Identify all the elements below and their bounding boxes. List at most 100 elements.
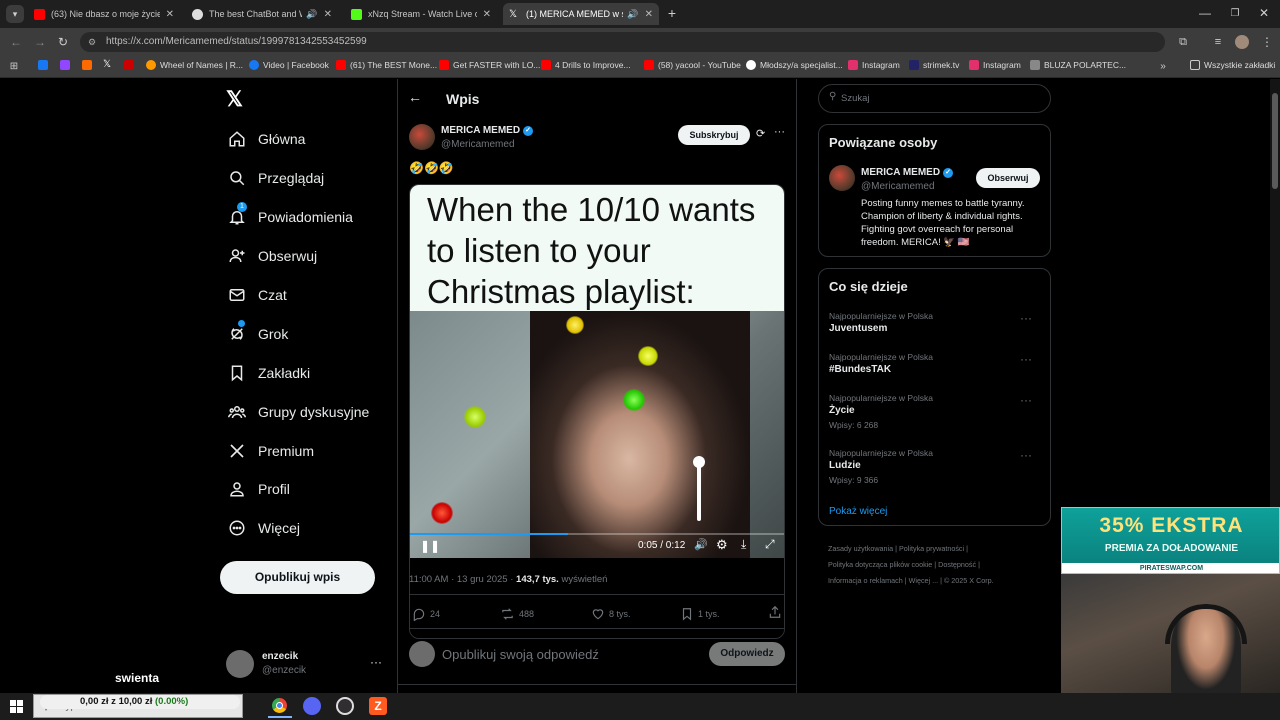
reply-input[interactable]: Opublikuj swoją odpowiedź [442,647,599,662]
account-switcher[interactable]: enzecik @enzecik ··· [226,647,386,681]
speaker-icon[interactable]: 🔊 [306,9,317,20]
nav-item-more[interactable]: Więcej [228,516,300,540]
scrollbar-thumb[interactable] [1272,93,1278,189]
author-handle[interactable]: @Mericamemed [441,139,515,150]
address-bar[interactable]: ⚙ https://x.com/Mericamemed/status/19997… [80,32,1165,52]
footer-link[interactable]: Polityka dotycząca plików cookie [828,560,932,569]
nav-item-grok[interactable]: Grok [228,320,288,346]
apps-grid-icon[interactable]: ⊞ [8,59,20,73]
bookmark-item[interactable]: strimek.tv [909,60,959,70]
post-button[interactable]: Opublikuj wpis [220,561,375,594]
forward-icon[interactable]: → [32,34,48,50]
media-control-icon[interactable]: ≡ [1210,34,1226,50]
bookmark-action[interactable]: 1 tys. [680,607,720,621]
all-bookmarks[interactable]: Wszystkie zakładki [1190,60,1275,70]
nav-item-explore[interactable]: Przeglądaj [228,166,324,190]
profile-avatar[interactable] [1235,35,1249,49]
browser-tab[interactable]: xNzq Stream - Watch Live on K ✕ [345,3,497,25]
reply-action[interactable]: 24 [412,607,440,621]
footer-link[interactable]: Więcej ... [909,576,939,585]
nav-item-communities[interactable]: Grupy dyskusyjne [228,400,369,424]
bookmark-item[interactable]: (61) The BEST Mone... [336,60,437,70]
nav-item-bookmarks[interactable]: Zakładki [228,361,310,385]
nav-item-chat[interactable]: Czat [228,283,287,307]
nav-item-follow[interactable]: Obserwuj [228,244,317,268]
more-dots-icon[interactable]: ··· [774,126,785,138]
trend-item[interactable]: Najpopularniejsze w Polska Ludzie Wpisy:… [829,448,1044,488]
bookmark-item[interactable]: Instagram [969,60,1021,70]
footer-link[interactable]: Polityka prywatności [899,544,964,553]
chevron-right-icon[interactable]: » [1157,59,1169,73]
bookmark-item[interactable]: 4 Drills to Improve... [541,60,631,70]
browser-tab[interactable]: The best ChatBot and Widg 🔊 ✕ [186,3,338,25]
reload-icon[interactable]: ↻ [55,34,71,50]
show-more-link[interactable]: Pokaż więcej [829,506,887,517]
new-tab-icon[interactable]: + [664,5,680,21]
grok-explain-icon[interactable]: ⟳ [756,127,765,140]
nav-item-home[interactable]: Główna [228,127,305,151]
like-action[interactable]: 8 tys. [591,607,631,621]
share-icon[interactable] [768,605,782,624]
footer-link[interactable]: Zasady użytkowania [828,544,893,553]
repost-action[interactable]: 488 [500,607,534,621]
volume-slider[interactable] [697,459,701,521]
browser-tab-active[interactable]: 𝕏 (1) MERICA MEMED w serw 🔊 ✕ [503,3,659,25]
fullscreen-icon[interactable]: ⤢ [765,537,775,552]
related-avatar[interactable] [829,165,855,191]
follow-button[interactable]: Obserwuj [976,168,1040,188]
back-icon[interactable]: ← [8,34,24,50]
speaker-icon[interactable]: 🔊 [627,9,638,20]
bookmark-item[interactable]: Video | Facebook [249,60,329,70]
related-handle[interactable]: @Mericamemed [861,181,935,192]
minimize-icon[interactable]: — [1195,5,1215,21]
bookmark-item[interactable]: Wheel of Names | R... [146,60,243,70]
volume-icon[interactable]: 🔊 [694,538,708,551]
settings-gear-icon[interactable]: ⚙ [716,537,728,553]
nav-item-premium[interactable]: Premium [228,439,314,463]
bookmark-item[interactable]: 𝕏 [103,60,117,70]
bookmark-item[interactable]: (58) yacool - YouTube [644,60,741,70]
taskbar-obs-icon[interactable] [336,697,354,715]
nav-item-profile[interactable]: Profil [228,477,290,501]
close-icon[interactable]: ✕ [483,9,491,20]
trend-item[interactable]: Najpopularniejsze w Polska Życie Wpisy: … [829,393,1044,433]
taskbar-app-icon[interactable]: Z [369,697,387,715]
more-dots-icon[interactable]: ··· [1020,448,1032,462]
search-input[interactable]: ⚲ Szukaj [818,84,1051,113]
related-name[interactable]: MERICA MEMED ✓ [861,167,954,178]
bookmark-item[interactable]: Get FASTER with LO... [439,60,540,70]
close-icon[interactable]: ✕ [645,9,653,20]
picture-in-picture-icon[interactable]: ⤓ [741,537,746,552]
post-media[interactable]: When the 10/10 wants to listen to your C… [409,184,785,639]
more-dots-icon[interactable]: ··· [1020,352,1032,366]
tab-search-icon[interactable]: ▾ [6,5,24,23]
taskbar-chrome-icon[interactable] [268,696,292,718]
window-close-icon[interactable]: ✕ [1254,5,1274,21]
author-avatar[interactable] [409,124,435,150]
site-info-icon[interactable]: ⚙ [88,32,96,52]
video-frame[interactable] [410,311,784,558]
trend-item[interactable]: Najpopularniejsze w Polska Juventusem ··… [829,311,1044,343]
more-dots-icon[interactable]: ··· [1020,311,1032,325]
extensions-icon[interactable]: ⧉ [1175,34,1191,50]
bookmark-item[interactable]: BLUZA POLARTEC... [1030,60,1126,70]
bookmark-item[interactable] [60,60,74,70]
video-progress-track[interactable] [410,533,784,535]
pause-icon[interactable]: ❚❚ [420,539,440,553]
bookmark-item[interactable] [82,60,96,70]
footer-link[interactable]: Informacja o reklamach [828,576,903,585]
x-logo-icon[interactable]: 𝕏 [226,89,248,111]
bookmark-item[interactable] [124,60,138,70]
bookmark-item[interactable] [38,60,52,70]
nav-item-notifications[interactable]: Powiadomienia 1 [228,202,353,229]
close-icon[interactable]: ✕ [166,9,174,20]
windows-start-icon[interactable] [10,700,23,713]
chrome-menu-icon[interactable]: ⋮ [1260,34,1274,50]
restore-icon[interactable]: ❐ [1225,5,1245,21]
trend-item[interactable]: Najpopularniejsze w Polska #BundesTAK ··… [829,352,1044,384]
bookmark-item[interactable]: Młodszy/a specjalist... [746,60,843,70]
volume-slider-knob[interactable] [693,456,705,468]
close-icon[interactable]: ✕ [324,9,332,20]
footer-link[interactable]: Dostępność [938,560,976,569]
taskbar-discord-icon[interactable] [303,697,321,715]
